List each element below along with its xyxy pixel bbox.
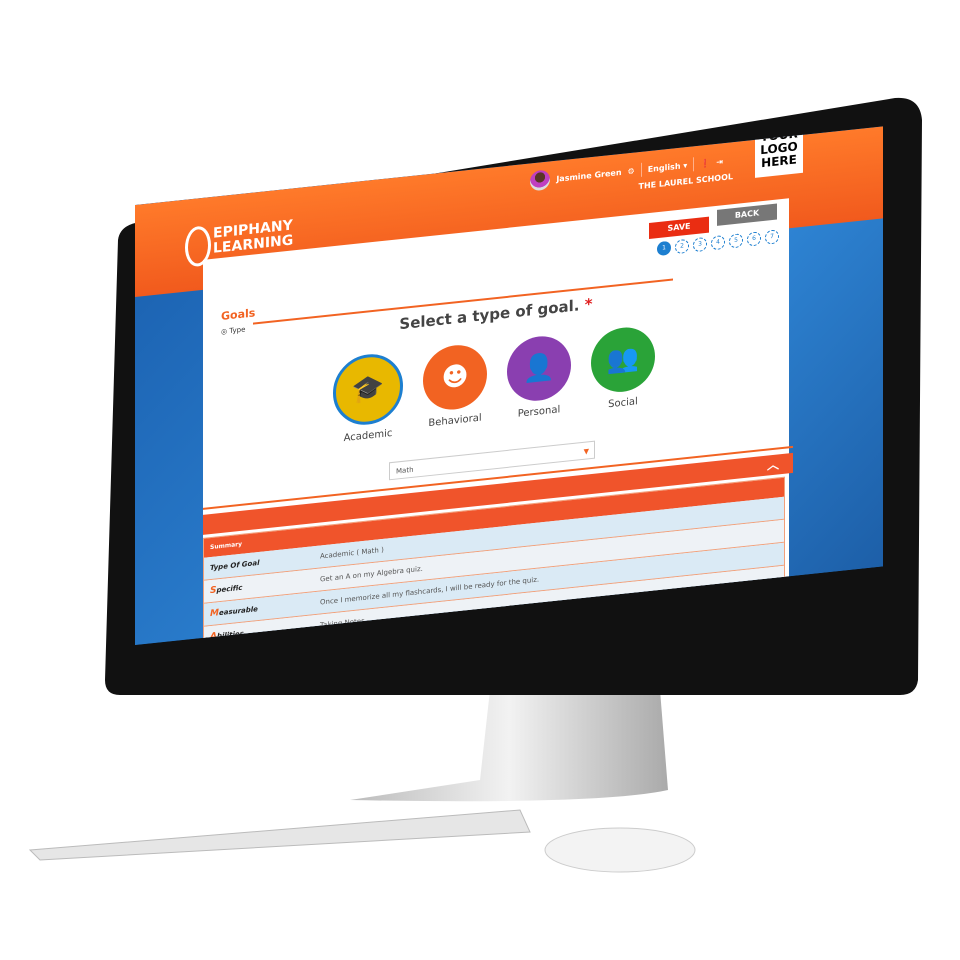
goal-type-label: Behavioral: [428, 412, 482, 430]
user-name: Jasmine Green: [556, 167, 622, 184]
goal-type-label: Personal: [517, 404, 561, 420]
goal-type-academic[interactable]: 🎓 Academic: [333, 350, 403, 445]
alert-icon[interactable]: ❗: [700, 158, 710, 168]
subject-select[interactable]: Math ▼: [389, 440, 595, 481]
head-icon: ☻: [423, 342, 487, 413]
row-value: Get an A on my Algebra quiz.: [320, 564, 423, 584]
avatar[interactable]: [530, 169, 551, 192]
mouse: [544, 827, 696, 873]
goal-type-label: Academic: [343, 427, 393, 445]
row-value: Academic ( Math ): [320, 545, 384, 561]
step-4[interactable]: 4: [711, 234, 725, 251]
save-button[interactable]: SAVE: [649, 216, 709, 239]
person-icon: 👤: [507, 333, 571, 404]
goal-type-social[interactable]: 👥 Social: [591, 324, 655, 418]
gear-icon[interactable]: ⚙: [628, 166, 635, 176]
step-6[interactable]: 6: [747, 231, 761, 247]
language-select[interactable]: English ▾: [648, 160, 688, 173]
keyboard: [28, 809, 531, 861]
goal-type-behavioral[interactable]: ☻ Behavioral: [423, 342, 487, 436]
group-icon: 👥: [591, 324, 655, 396]
section-title: Goals: [221, 306, 256, 323]
goal-type-label: Social: [608, 396, 638, 411]
caret-down-icon: ▼: [583, 447, 589, 456]
back-button[interactable]: BACK: [717, 203, 777, 226]
screen: EPIPHANY LEARNING Education in high gear…: [135, 126, 883, 646]
goal-type-options: 🎓 Academic ☻ Behavioral 👤 Personal 👥 Social: [333, 324, 655, 445]
chevron-up-icon[interactable]: ︿: [767, 455, 779, 473]
main-content: SAVE BACK 1234567 Goals ◎ Type Select a …: [203, 198, 793, 646]
step-1[interactable]: 1: [657, 240, 671, 257]
step-3[interactable]: 3: [693, 236, 707, 253]
goal-type-personal[interactable]: 👤 Personal: [507, 333, 571, 427]
step-7[interactable]: 7: [765, 229, 779, 245]
imac-mockup: EPIPHANY LEARNING Education in high gear…: [0, 0, 960, 960]
logout-icon[interactable]: ⇥: [716, 157, 723, 167]
stand: [350, 690, 668, 802]
step-2[interactable]: 2: [675, 238, 689, 255]
step-5[interactable]: 5: [729, 233, 743, 249]
graduation-cap-icon: 🎓: [333, 350, 403, 429]
